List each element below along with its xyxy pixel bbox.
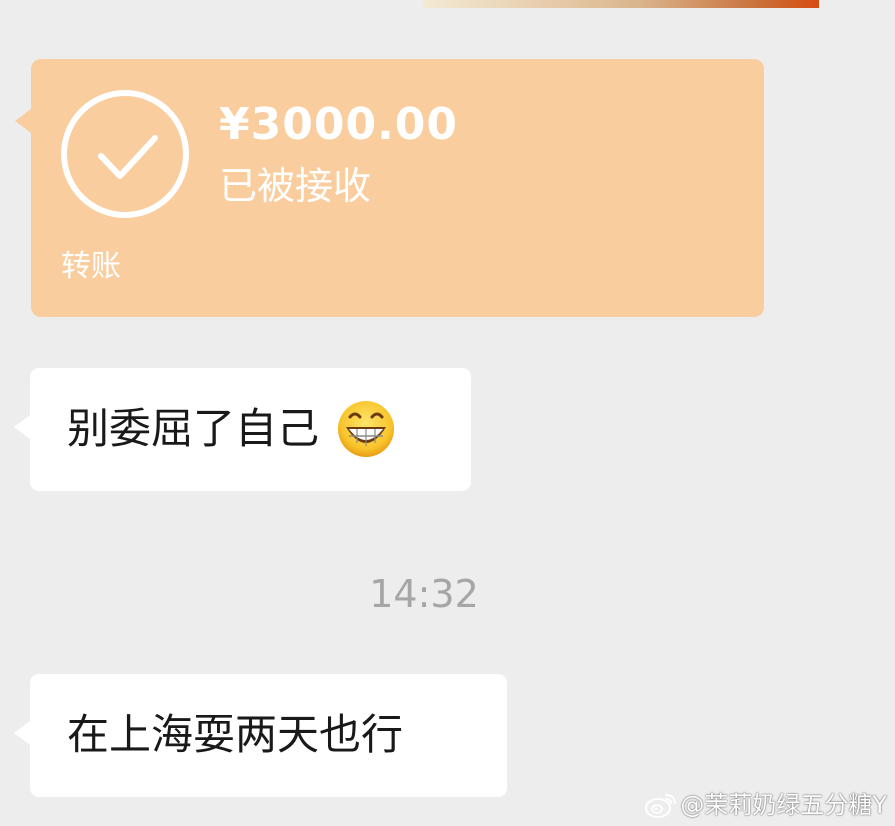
transfer-type-label: 转账 <box>61 249 121 284</box>
previous-image-message[interactable] <box>423 0 819 8</box>
message-text: 在上海耍两天也行 <box>67 710 404 759</box>
grinning-face-icon <box>338 401 395 457</box>
transfer-card[interactable]: ¥3000.00 已被接收 转账 <box>15 59 764 317</box>
message-bubble[interactable]: 在上海耍两天也行 <box>14 674 507 797</box>
transfer-amount: ¥3000.00 <box>219 99 459 150</box>
check-circle-icon <box>61 90 189 218</box>
watermark-text: @茉莉奶绿五分糖Y <box>680 791 887 819</box>
message-bubble[interactable]: 别委屈了自己 <box>14 368 471 491</box>
message-timestamp: 14:32 <box>369 572 479 616</box>
transfer-status: 已被接收 <box>219 164 372 208</box>
message-text: 别委屈了自己 <box>67 404 320 453</box>
weibo-icon <box>645 794 677 818</box>
watermark: @茉莉奶绿五分糖Y <box>644 790 887 820</box>
